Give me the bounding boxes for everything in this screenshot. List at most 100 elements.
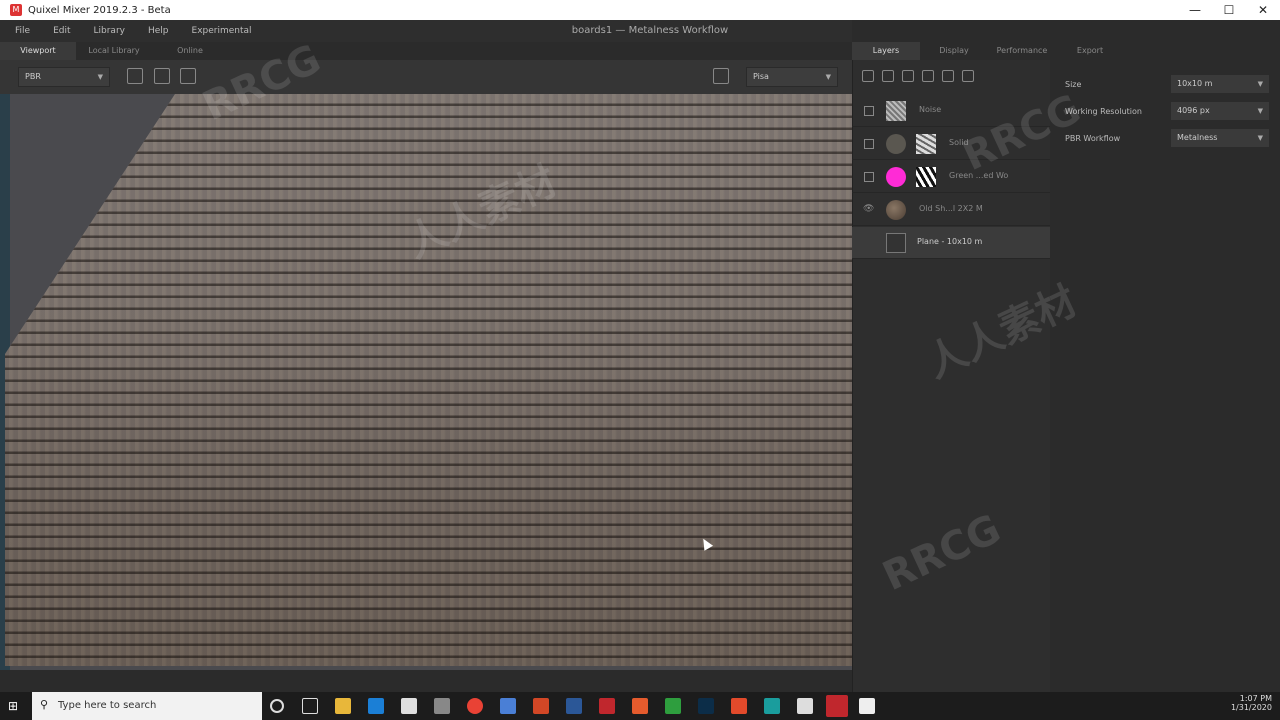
layer-row[interactable]: Green ...ed Wo bbox=[852, 161, 1050, 193]
quixel-mixer-icon[interactable] bbox=[826, 695, 848, 717]
layer-thumbnail bbox=[886, 233, 906, 253]
add-fluid-icon[interactable] bbox=[922, 70, 934, 82]
brave-icon[interactable] bbox=[731, 698, 747, 714]
layer-color-swatch bbox=[886, 134, 906, 154]
property-value: 10x10 m bbox=[1177, 79, 1213, 88]
add-image-icon[interactable] bbox=[962, 70, 974, 82]
layer-visibility-checkbox[interactable] bbox=[864, 139, 874, 149]
single-view-icon[interactable] bbox=[127, 68, 143, 84]
taskbar: ⊞ ⚲ Type here to search 1:07 PM 1/31/202… bbox=[0, 692, 1280, 720]
file-explorer-icon[interactable] bbox=[335, 698, 351, 714]
layer-thumbnail bbox=[886, 101, 906, 121]
tab-online[interactable]: Online bbox=[152, 42, 228, 60]
search-placeholder: Type here to search bbox=[58, 700, 157, 711]
search-icon: ⚲ bbox=[40, 698, 49, 711]
clock-date: 1/31/2020 bbox=[1230, 703, 1272, 712]
tab-export[interactable]: Export bbox=[1056, 42, 1124, 60]
clock-time: 1:07 PM bbox=[1239, 694, 1272, 703]
app-icon[interactable] bbox=[500, 698, 516, 714]
eye-icon[interactable]: 👁 bbox=[863, 204, 874, 214]
task-view-icon[interactable] bbox=[302, 698, 318, 714]
resolution-dropdown[interactable]: 4096 px ▼ bbox=[1171, 102, 1269, 120]
workflow-dropdown[interactable]: Metalness ▼ bbox=[1171, 129, 1269, 147]
menu-experimental[interactable]: Experimental bbox=[192, 26, 252, 36]
property-label: Size bbox=[1065, 80, 1082, 89]
wood-boards-plane bbox=[5, 94, 852, 666]
layer-row-selected[interactable]: Plane - 10x10 m bbox=[852, 227, 1050, 259]
layer-toolbar bbox=[862, 70, 974, 82]
photoshop-icon[interactable] bbox=[698, 698, 714, 714]
powerpoint-icon[interactable] bbox=[533, 698, 549, 714]
window-controls: — ☐ ✕ bbox=[1178, 0, 1280, 20]
chevron-down-icon: ▼ bbox=[1257, 134, 1263, 142]
edge-browser-icon[interactable] bbox=[368, 698, 384, 714]
3ds-max-icon[interactable] bbox=[764, 698, 780, 714]
environment-dropdown[interactable]: Pisa ▼ bbox=[746, 67, 838, 87]
menu-library[interactable]: Library bbox=[94, 26, 125, 36]
right-panel-tabs: Layers Display Performance Export bbox=[852, 42, 1280, 60]
layer-row[interactable]: 👁 Old Sh...l 2X2 M bbox=[852, 194, 1050, 226]
property-working-resolution: Working Resolution 4096 px ▼ bbox=[1065, 102, 1275, 122]
maximize-button[interactable]: ☐ bbox=[1212, 0, 1246, 20]
mail-icon[interactable] bbox=[797, 698, 813, 714]
taskbar-search-box[interactable]: ⚲ Type here to search bbox=[32, 692, 262, 720]
camtasia-icon[interactable] bbox=[665, 698, 681, 714]
add-leaf-icon[interactable] bbox=[882, 70, 894, 82]
environment-value: Pisa bbox=[753, 72, 769, 81]
chrome-icon[interactable] bbox=[467, 698, 483, 714]
layer-name: Plane - 10x10 m bbox=[917, 237, 983, 246]
layer-mask-thumbnail bbox=[916, 134, 936, 154]
menu-file[interactable]: File bbox=[15, 26, 30, 36]
layer-visibility-checkbox[interactable] bbox=[864, 172, 874, 182]
layer-visibility-checkbox[interactable] bbox=[864, 106, 874, 116]
store-icon[interactable] bbox=[401, 698, 417, 714]
layer-name: Noise bbox=[919, 105, 942, 114]
property-label: Working Resolution bbox=[1065, 107, 1142, 116]
window-title: Quixel Mixer 2019.2.3 - Beta bbox=[28, 4, 171, 16]
property-value: 4096 px bbox=[1177, 106, 1210, 115]
add-noise-icon[interactable] bbox=[942, 70, 954, 82]
viewport-canvas[interactable] bbox=[0, 94, 852, 670]
layer-name: Solid bbox=[949, 138, 969, 147]
menu-edit[interactable]: Edit bbox=[53, 26, 70, 36]
viewport-tabs: Viewport Local Library Online bbox=[0, 42, 852, 60]
add-surface-icon[interactable] bbox=[862, 70, 874, 82]
size-dropdown[interactable]: 10x10 m ▼ bbox=[1171, 75, 1269, 93]
tab-display[interactable]: Display bbox=[920, 42, 988, 60]
property-label: PBR Workflow bbox=[1065, 134, 1121, 143]
cortana-icon[interactable] bbox=[270, 699, 284, 713]
layer-thumbnail bbox=[886, 200, 906, 220]
tab-performance[interactable]: Performance bbox=[988, 42, 1056, 60]
layer-row[interactable]: Solid bbox=[852, 128, 1050, 160]
media-player-icon[interactable] bbox=[434, 698, 450, 714]
chevron-down-icon: ▼ bbox=[1257, 80, 1263, 88]
viewport-bottom-bar bbox=[0, 670, 852, 692]
add-solid-icon[interactable] bbox=[902, 70, 914, 82]
close-button[interactable]: ✕ bbox=[1246, 0, 1280, 20]
windows-start-icon[interactable]: ⊞ bbox=[8, 699, 22, 713]
grid-view-icon[interactable] bbox=[180, 68, 196, 84]
menu-help[interactable]: Help bbox=[148, 26, 169, 36]
tab-viewport[interactable]: Viewport bbox=[0, 42, 76, 60]
chevron-down-icon: ▼ bbox=[97, 73, 103, 81]
render-mode-value: PBR bbox=[25, 72, 41, 81]
layer-name: Green ...ed Wo bbox=[949, 171, 1009, 180]
app-icon[interactable] bbox=[632, 698, 648, 714]
layer-mask-thumbnail bbox=[916, 167, 936, 187]
app-logo-icon: M bbox=[10, 4, 22, 16]
tab-layers[interactable]: Layers bbox=[852, 42, 920, 60]
properties-panel bbox=[1051, 60, 1280, 692]
layer-row[interactable]: Noise bbox=[852, 95, 1050, 127]
title-bar: M Quixel Mixer 2019.2.3 - Beta — ☐ ✕ bbox=[0, 0, 1280, 20]
quad-view-icon[interactable] bbox=[154, 68, 170, 84]
system-tray[interactable]: 1:07 PM 1/31/2020 bbox=[1231, 694, 1272, 712]
photos-icon[interactable] bbox=[859, 698, 875, 714]
app-icon[interactable] bbox=[599, 698, 615, 714]
tab-local-library[interactable]: Local Library bbox=[76, 42, 152, 60]
render-mode-dropdown[interactable]: PBR ▼ bbox=[18, 67, 110, 87]
cube-icon[interactable] bbox=[713, 68, 729, 84]
word-icon[interactable] bbox=[566, 698, 582, 714]
chevron-down-icon: ▼ bbox=[1257, 107, 1263, 115]
property-value: Metalness bbox=[1177, 133, 1218, 142]
minimize-button[interactable]: — bbox=[1178, 0, 1212, 20]
